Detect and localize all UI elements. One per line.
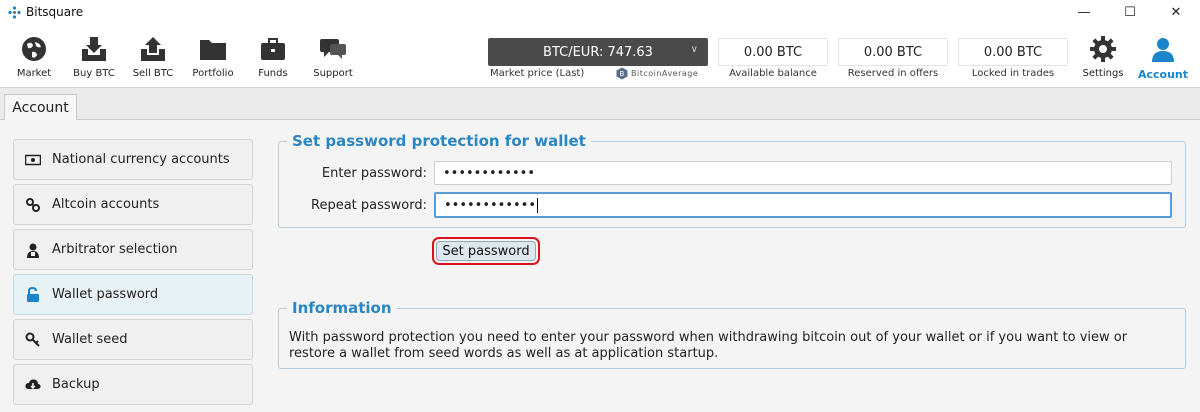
nav-account-label: Account (1137, 68, 1189, 81)
sidebar-item-wallet-seed[interactable]: Wallet seed (13, 319, 253, 360)
nav-funds[interactable]: Funds (243, 34, 303, 84)
locked-trades-value: 0.00 BTC (958, 38, 1068, 66)
enter-password-label: Enter password: (321, 166, 427, 181)
repeat-password-field[interactable]: •••••••••••• (434, 192, 1172, 218)
tab-account[interactable]: Account (4, 94, 77, 120)
sidebar-item-backup[interactable]: Backup (13, 364, 253, 405)
briefcase-icon (257, 34, 289, 64)
information-group-title: Information (287, 299, 397, 317)
nav-buy-btc[interactable]: Buy BTC (64, 34, 124, 84)
banknote-icon (25, 152, 41, 168)
minimize-button[interactable]: — (1061, 0, 1107, 24)
nav-support-label: Support (313, 68, 353, 79)
chevron-down-icon: ∨ (690, 44, 698, 55)
nav-market[interactable]: Market (4, 34, 64, 84)
bitcoinaverage-logo[interactable]: B BitcoinAverage (616, 67, 698, 80)
nav-settings-label: Settings (1082, 68, 1124, 79)
available-balance-value: 0.00 BTC (718, 38, 828, 66)
chat-icon (317, 34, 349, 64)
title-bar: Bitsquare — ☐ ✕ (0, 0, 1200, 24)
sidebar-item-wallet-password[interactable]: Wallet password (13, 274, 253, 315)
sidebar-item-label: Altcoin accounts (52, 197, 160, 212)
toolbar-divider (0, 87, 1200, 88)
unlock-icon (25, 286, 41, 303)
sell-btc-icon (137, 34, 169, 64)
key-icon (25, 332, 41, 348)
text-caret (537, 197, 539, 213)
window-title: Bitsquare (26, 5, 84, 19)
password-group: Set password protection for wallet Enter… (278, 132, 1186, 228)
set-password-button[interactable]: Set password (432, 237, 540, 265)
market-price-label: Market price (Last) (490, 68, 585, 79)
close-button[interactable]: ✕ (1153, 0, 1199, 24)
password-group-title: Set password protection for wallet (287, 132, 591, 150)
market-price-selector[interactable]: BTC/EUR: 747.63 ∨ (488, 38, 708, 66)
sidebar-item-label: Wallet password (52, 287, 159, 302)
information-group: Information With password protection you… (278, 299, 1186, 369)
set-password-label: Set password (436, 241, 536, 261)
sidebar-item-arbitrator[interactable]: Arbitrator selection (13, 229, 253, 270)
main-toolbar: Market Buy BTC Sell BTC Portfolio Funds … (0, 24, 1200, 87)
buy-btc-icon (78, 34, 110, 64)
repeat-password-value: •••••••••••• (444, 197, 537, 213)
globe-icon (18, 34, 50, 64)
bitcoinaverage-label: BitcoinAverage (631, 69, 699, 78)
nav-sell-btc[interactable]: Sell BTC (123, 34, 183, 84)
sidebar-item-label: Wallet seed (52, 332, 128, 347)
maximize-button[interactable]: ☐ (1107, 0, 1153, 24)
sidebar-item-altcoin[interactable]: Altcoin accounts (13, 184, 253, 225)
enter-password-value: •••••••••••• (443, 165, 536, 181)
sidebar-item-label: Arbitrator selection (52, 242, 178, 257)
nav-buy-btc-label: Buy BTC (73, 68, 115, 79)
enter-password-field[interactable]: •••••••••••• (434, 161, 1172, 185)
reserved-offers-value: 0.00 BTC (838, 38, 948, 66)
nav-portfolio-label: Portfolio (192, 68, 234, 79)
gear-icon (1087, 34, 1119, 64)
sidebar-item-national-currency[interactable]: National currency accounts (13, 139, 253, 180)
svg-text:B: B (620, 70, 625, 78)
market-price-value: BTC/EUR: 747.63 (543, 44, 653, 60)
arbitrator-icon (25, 242, 41, 258)
nav-sell-btc-label: Sell BTC (132, 68, 174, 79)
nav-market-label: Market (16, 68, 52, 79)
locked-trades-label: Locked in trades (971, 68, 1055, 79)
bitsquare-logo-icon (7, 5, 21, 19)
nav-support[interactable]: Support (303, 34, 363, 84)
repeat-password-label: Repeat password: (311, 198, 427, 213)
nav-account[interactable]: Account (1133, 34, 1193, 84)
link-icon (25, 197, 41, 213)
nav-settings[interactable]: Settings (1073, 34, 1133, 84)
cloud-download-icon (25, 377, 41, 393)
sidebar-item-label: Backup (52, 377, 100, 392)
reserved-offers-label: Reserved in offers (847, 68, 939, 79)
user-icon (1147, 34, 1179, 64)
sidebar-item-label: National currency accounts (52, 152, 230, 167)
available-balance-label: Available balance (729, 68, 817, 79)
bitcoinaverage-icon: B (616, 67, 628, 80)
nav-funds-label: Funds (258, 68, 288, 79)
nav-portfolio[interactable]: Portfolio (183, 34, 243, 84)
folder-icon (197, 34, 229, 64)
information-text: With password protection you need to ent… (289, 330, 1128, 361)
